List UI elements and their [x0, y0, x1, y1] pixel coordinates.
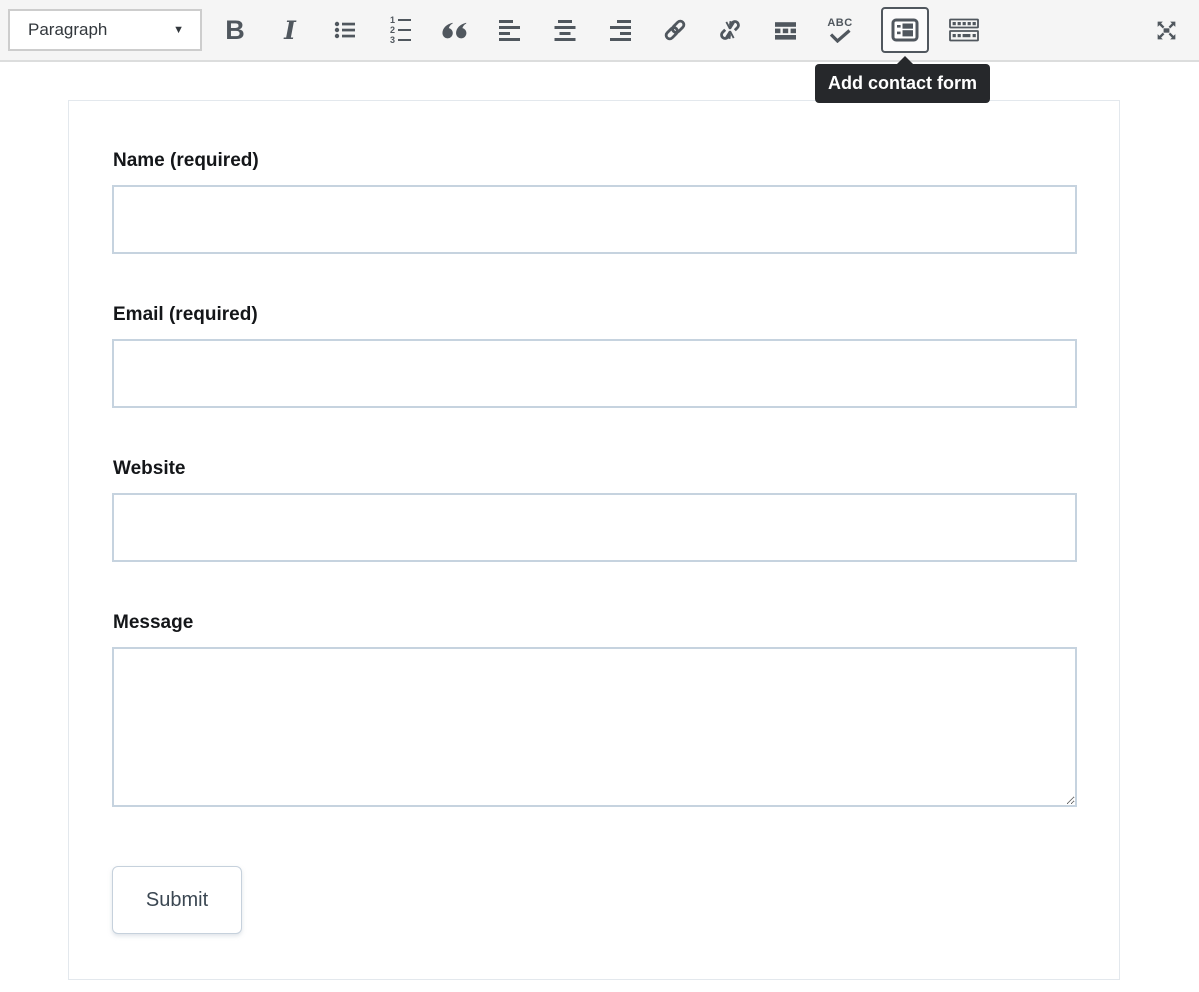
paragraph-dropdown-value: Paragraph [28, 20, 107, 40]
italic-button[interactable]: I [270, 7, 310, 53]
align-right-button[interactable] [600, 7, 640, 53]
remove-link-button[interactable] [710, 7, 750, 53]
email-input[interactable] [112, 339, 1077, 408]
chevron-down-icon: ▼ [173, 24, 184, 36]
tooltip-text: Add contact form [828, 73, 977, 93]
numbered-list-button[interactable]: 1 2 3 [380, 7, 420, 53]
read-more-tag-button[interactable] [765, 7, 805, 53]
insert-link-button[interactable] [655, 7, 695, 53]
spellcheck-icon: ABC [827, 18, 852, 43]
email-field-label: Email (required) [113, 304, 1077, 326]
read-more-tag-icon [774, 19, 797, 42]
italic-icon: I [284, 18, 296, 43]
website-field-label: Website [113, 458, 1077, 480]
bulleted-list-icon [333, 18, 357, 42]
blockquote-button[interactable] [435, 7, 475, 53]
align-center-button[interactable] [545, 7, 585, 53]
name-field-label: Name (required) [113, 150, 1077, 172]
add-contact-form-button[interactable] [881, 7, 929, 53]
bold-button[interactable]: B [215, 7, 255, 53]
blockquote-icon [442, 22, 469, 39]
align-center-icon [554, 19, 576, 41]
fullscreen-button[interactable] [1146, 7, 1186, 53]
website-input[interactable] [112, 493, 1077, 562]
add-contact-form-tooltip: Add contact form [815, 64, 990, 103]
align-right-icon [609, 19, 631, 41]
align-left-button[interactable] [490, 7, 530, 53]
keyboard-icon [949, 18, 979, 42]
spellcheck-button[interactable]: ABC [820, 7, 860, 53]
numbered-list-icon: 1 2 3 [389, 16, 411, 44]
keyboard-button[interactable] [944, 7, 984, 53]
message-textarea[interactable] [112, 647, 1077, 807]
paragraph-dropdown[interactable]: Paragraph ▼ [8, 9, 202, 51]
submit-button-label: Submit [146, 889, 208, 912]
editor-toolbar: Paragraph ▼ B I 1 2 3 [0, 0, 1199, 62]
bold-icon: B [225, 17, 245, 44]
unlink-icon [717, 17, 743, 43]
bulleted-list-button[interactable] [325, 7, 365, 53]
name-input[interactable] [112, 185, 1077, 254]
align-left-icon [499, 19, 521, 41]
message-field-label: Message [113, 612, 1077, 634]
fullscreen-icon [1154, 18, 1179, 43]
contact-form-preview: Name (required) Email (required) Website… [68, 100, 1120, 980]
submit-button[interactable]: Submit [112, 866, 242, 934]
link-icon [662, 17, 688, 43]
contact-form-icon [891, 18, 919, 42]
